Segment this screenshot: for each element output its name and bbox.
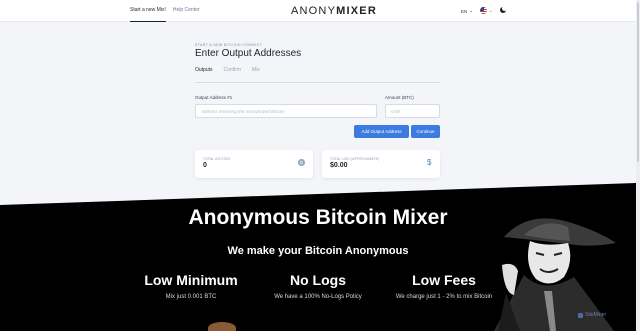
watermark: SiteMiner [578,312,606,318]
logo[interactable]: ANONYMIXER [291,5,377,17]
feature-title: Low Fees [412,272,476,288]
nav-start-mix[interactable]: Start a new Mix! [130,7,166,22]
watermark-text: SiteMiner [585,312,607,318]
scrollbar-thumb[interactable] [637,2,639,162]
total-bitcoin-label: TOTAL BITCOIN [203,157,231,161]
continue-button[interactable]: Continue [411,125,440,138]
hero-title: Anonymous Bitcoin Mixer [188,206,448,229]
step-tabs: Outputs Confirm Mix [195,67,260,73]
amount-input[interactable]: 0.00 [385,104,440,118]
moon-icon[interactable] [500,6,507,13]
total-bitcoin-card: TOTAL BITCOIN 0 ₿ [195,150,313,178]
hero-subtitle: We make your Bitcoin Anonymous [227,245,409,257]
feature-subtitle: We have a 100% No-Logs Policy [274,294,362,300]
amount-label: Amount (BTC) [385,95,414,100]
page-title: Enter Output Addresses [195,48,302,59]
tabs-divider [195,82,440,83]
tab-confirm[interactable]: Confirm [224,67,242,73]
logo-part2: MIXER [336,5,377,17]
scrollbar[interactable] [636,0,640,331]
total-usd-label: TOTAL USD (APPROXIMATE) [330,157,380,161]
language-code: EN [461,8,468,14]
add-output-address-button[interactable]: Add Output Address [354,125,409,138]
feature-low-minimum: Low Minimum Mix just 0.001 BTC [121,272,261,300]
main-nav: Start a new Mix! Help Center [130,7,200,22]
step-label: START A NEW BITCOIN CONNECT [195,43,263,47]
dollar-icon: $ [427,158,432,167]
feature-subtitle: Mix just 0.001 BTC [165,294,217,300]
watermark-logo-icon [578,312,583,318]
chevron-down-icon[interactable]: ⌄ [489,8,492,13]
feature-subtitle: We charge just 1 - 2% to mix Bitcoin [395,294,493,300]
total-bitcoin-value: 0 [203,162,207,169]
feature-low-fees: Low Fees We charge just 1 - 2% to mix Bi… [374,272,514,300]
logo-part1: ANONY [291,5,337,17]
feature-no-logs: No Logs We have a 100% No-Logs Policy [248,272,388,300]
top-navbar: Start a new Mix! Help Center ANONYMIXER … [0,0,640,22]
tab-mix[interactable]: Mix [252,67,260,73]
address-input[interactable]: Address receiving the anonymized Bitcoin [195,104,377,118]
nav-help-center[interactable]: Help Center [173,7,200,22]
feature-title: No Logs [290,272,346,288]
bitcoin-icon: ₿ [298,159,305,166]
language-selector[interactable]: EN ⌄ [461,8,473,14]
total-usd-value: $0.00 [330,162,348,169]
address-label: Output Address #1 [195,95,233,100]
total-usd-card: TOTAL USD (APPROXIMATE) $0.00 $ [322,150,440,178]
tab-outputs[interactable]: Outputs [195,67,213,73]
feature-title: Low Minimum [144,272,238,288]
chevron-down-icon: ⌄ [469,8,474,13]
decorative-shape [208,322,236,331]
us-flag-icon[interactable] [480,7,487,14]
